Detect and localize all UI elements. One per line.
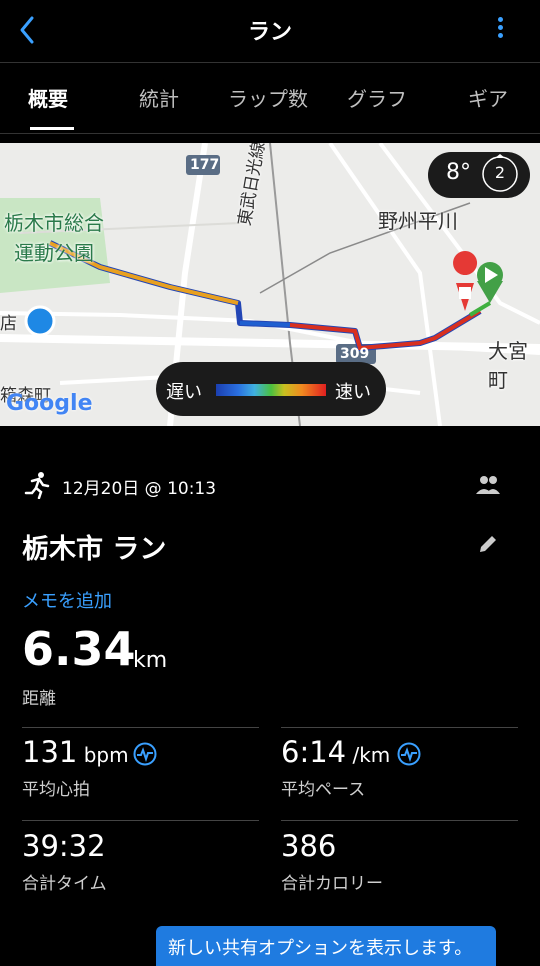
route-177-shield: 177 [190,157,220,173]
tab-bar: 概要 統計 ラップ数 グラフ ギア [0,62,540,134]
tab-laps[interactable]: ラップ数 [228,83,308,112]
divider [22,727,259,728]
map-label-store: 店 [0,314,17,334]
more-vertical-icon[interactable] [490,14,510,48]
tab-overview[interactable]: 概要 [28,83,68,112]
people-icon[interactable] [474,474,502,496]
avg-pace-unit: /km [346,743,391,767]
total-calories-label: 合計カロリー [281,874,383,894]
total-time-value: 39:32 [22,829,106,863]
pace-sensor-icon [397,742,421,766]
compass-number: 2 [494,163,506,182]
map-label-park-2: 運動公園 [14,241,94,265]
distance-label: 距離 [22,689,56,709]
avg-pace: 6:14 /km [281,735,390,769]
total-time-label: 合計タイム [22,874,107,894]
divider [281,727,518,728]
heart-rate-sensor-icon [133,742,157,766]
divider [22,820,259,821]
avg-heart-rate: 131 bpm [22,735,129,769]
map-label-omiya: 大宮町 [488,339,528,392]
google-logo: Google [6,391,93,416]
avg-heart-rate-unit: bpm [77,743,129,767]
pencil-icon[interactable] [476,532,500,556]
route-309-shield: 309 [340,346,370,362]
avg-pace-value: 6:14 [281,735,347,769]
total-calories-value: 386 [281,829,337,863]
distance-unit: km [133,648,168,673]
legend-slow-label: 遅い [166,382,202,403]
pace-gradient [216,384,326,396]
avg-heart-rate-value: 131 [22,735,78,769]
add-memo-link[interactable]: メモを追加 [22,587,112,613]
tab-stats[interactable]: 統計 [139,83,179,112]
map-label-park: 栃木市総合 [4,211,104,235]
active-tab-indicator [30,127,74,130]
divider [281,820,518,821]
activity-title: 栃木市 ラン [22,534,167,565]
share-options-text[interactable]: 新しい共有オプションを表示します。 [168,934,472,960]
temperature: 8° [446,160,471,185]
avg-pace-label: 平均ペース [281,780,366,800]
compass-icon[interactable]: 2 [480,154,520,194]
tab-graph[interactable]: グラフ [347,83,407,112]
page-title: ラン [247,20,292,45]
activity-date: 12月20日 @ 10:13 [62,479,217,499]
running-icon [24,471,50,500]
legend-fast-label: 速い [335,382,371,403]
avg-heart-rate-label: 平均心拍 [22,780,90,800]
tab-gear[interactable]: ギア [468,83,508,112]
distance-value: 6.34 [22,622,136,676]
map-label-hirakawa: 野州平川 [378,209,458,233]
